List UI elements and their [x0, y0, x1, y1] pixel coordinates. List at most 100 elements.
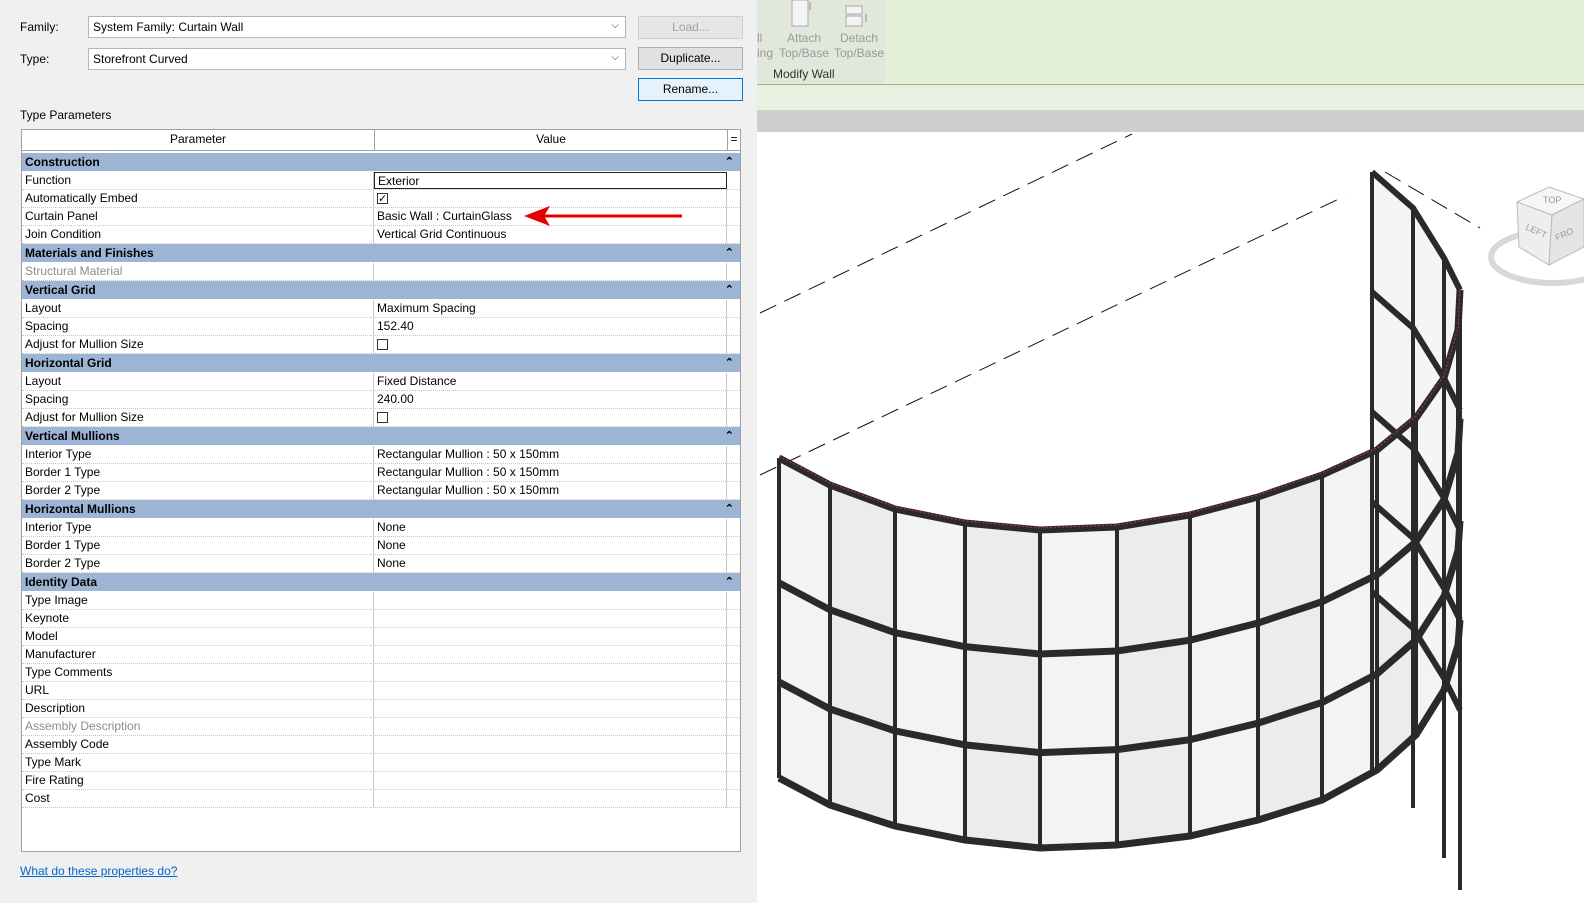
parameter-row[interactable]: Cost — [22, 790, 740, 808]
parameter-value[interactable] — [374, 772, 727, 789]
checkbox-unchecked[interactable] — [377, 339, 388, 350]
parameter-name: Layout — [22, 300, 374, 317]
viewcube[interactable]: TOP LEFT FRO — [1487, 177, 1584, 287]
group-header-identity-data[interactable]: Identity Data ⌃ — [22, 573, 740, 591]
parameter-value[interactable] — [374, 610, 727, 627]
parameter-row[interactable]: Assembly Code — [22, 736, 740, 754]
parameter-value[interactable] — [374, 736, 727, 753]
group-header-vertical-mullions[interactable]: Vertical Mullions ⌃ — [22, 427, 740, 445]
parameter-value[interactable]: Rectangular Mullion : 50 x 150mm — [374, 482, 727, 499]
parameter-name: Type Image — [22, 592, 374, 609]
3d-view-canvas[interactable]: TOP LEFT FRO — [757, 132, 1584, 903]
parameter-row[interactable]: Function Exterior — [22, 172, 740, 190]
parameter-value[interactable] — [374, 682, 727, 699]
parameter-value[interactable] — [374, 790, 727, 807]
parameter-row[interactable]: Border 1 Type Rectangular Mullion : 50 x … — [22, 464, 740, 482]
duplicate-button[interactable]: Duplicate... — [638, 47, 743, 70]
parameter-row[interactable]: Adjust for Mullion Size — [22, 409, 740, 427]
collapse-icon[interactable]: ⌃ — [725, 427, 734, 445]
detach-top-base-button[interactable]: Detach Top/Base — [833, 31, 885, 61]
parameter-value-edit[interactable]: Exterior — [374, 172, 727, 189]
attach-top-base-button[interactable]: Attach Top/Base — [779, 31, 829, 61]
chevron-down-icon: ⌵ — [611, 20, 619, 31]
group-header-vertical-grid[interactable]: Vertical Grid ⌃ — [22, 281, 740, 299]
parameter-row[interactable]: Border 2 Type None — [22, 555, 740, 573]
grid-menu-icon[interactable]: = — [728, 130, 740, 151]
collapse-icon[interactable]: ⌃ — [725, 354, 734, 372]
parameter-value[interactable] — [374, 664, 727, 681]
parameter-row[interactable]: Interior Type Rectangular Mullion : 50 x … — [22, 446, 740, 464]
parameter-row[interactable]: Manufacturer — [22, 646, 740, 664]
parameter-row[interactable]: Border 1 Type None — [22, 537, 740, 555]
parameter-value[interactable] — [374, 263, 727, 280]
parameter-row[interactable]: Fire Rating — [22, 772, 740, 790]
checkbox-checked[interactable] — [377, 191, 388, 208]
glass-panel — [1322, 450, 1377, 800]
parameter-name: Structural Material — [22, 263, 374, 280]
parameter-value[interactable]: None — [374, 519, 727, 536]
parameter-row[interactable]: Model — [22, 628, 740, 646]
parameter-value[interactable] — [374, 754, 727, 771]
parameter-row[interactable]: Assembly Description — [22, 718, 740, 736]
parameter-row[interactable]: Interior Type None — [22, 519, 740, 537]
parameter-name: Cost — [22, 790, 374, 807]
parameter-value[interactable]: None — [374, 555, 727, 572]
glass-panel — [1040, 527, 1117, 848]
parameter-row[interactable]: Spacing 240.00 — [22, 391, 740, 409]
parameter-row[interactable]: Spacing 152.40 — [22, 318, 740, 336]
parameter-value[interactable] — [374, 628, 727, 645]
type-dropdown[interactable]: Storefront Curved ⌵ — [88, 48, 626, 70]
parameter-value[interactable]: Fixed Distance — [374, 373, 727, 390]
collapse-icon[interactable]: ⌃ — [725, 500, 734, 518]
parameter-name: Type Comments — [22, 664, 374, 681]
group-header-horizontal-mullions[interactable]: Horizontal Mullions ⌃ — [22, 500, 740, 518]
parameter-row[interactable]: URL — [22, 682, 740, 700]
ribbon-tool-partial[interactable]: ll ing — [757, 31, 773, 61]
family-dropdown[interactable]: System Family: Curtain Wall ⌵ — [88, 16, 626, 38]
parameter-value[interactable]: Rectangular Mullion : 50 x 150mm — [374, 446, 727, 463]
parameter-row[interactable]: Layout Fixed Distance — [22, 373, 740, 391]
parameter-value[interactable] — [374, 718, 727, 735]
group-header-construction[interactable]: Construction ⌃ — [22, 153, 740, 171]
parameter-row[interactable]: Adjust for Mullion Size — [22, 336, 740, 354]
parameter-value[interactable]: Rectangular Mullion : 50 x 150mm — [374, 464, 727, 481]
parameter-value[interactable]: None — [374, 537, 727, 554]
parameter-value[interactable] — [374, 700, 727, 717]
column-header-value[interactable]: Value — [375, 130, 728, 151]
parameter-row[interactable]: Border 2 Type Rectangular Mullion : 50 x … — [22, 482, 740, 500]
checkbox-unchecked[interactable] — [377, 412, 388, 423]
collapse-icon[interactable]: ⌃ — [725, 281, 734, 299]
parameter-value[interactable] — [374, 592, 727, 609]
parameter-row[interactable]: Structural Material — [22, 263, 740, 281]
collapse-icon[interactable]: ⌃ — [725, 153, 734, 171]
parameter-row[interactable]: Type Comments — [22, 664, 740, 682]
glass-panel — [1117, 515, 1190, 845]
parameter-row[interactable]: Keynote — [22, 610, 740, 628]
group-header-materials-and-finishes[interactable]: Materials and Finishes ⌃ — [22, 244, 740, 262]
parameter-value[interactable]: 240.00 — [374, 391, 727, 408]
help-link[interactable]: What do these properties do? — [20, 864, 177, 878]
parameter-value[interactable]: 152.40 — [374, 318, 727, 335]
parameter-value — [374, 409, 727, 426]
parameter-value[interactable] — [374, 646, 727, 663]
parameter-row[interactable]: Type Mark — [22, 754, 740, 772]
collapse-icon[interactable]: ⌃ — [725, 244, 734, 262]
glass-panel — [965, 523, 1040, 848]
column-header-parameter[interactable]: Parameter — [22, 130, 375, 151]
family-label: Family: — [20, 20, 59, 34]
type-parameters-label: Type Parameters — [20, 108, 112, 122]
load-button[interactable]: Load... — [638, 16, 743, 39]
parameter-value[interactable]: Maximum Spacing — [374, 300, 727, 317]
parameter-name: Automatically Embed — [22, 190, 374, 207]
parameter-row[interactable]: Description — [22, 700, 740, 718]
group-header-horizontal-grid[interactable]: Horizontal Grid ⌃ — [22, 354, 740, 372]
parameter-name: Function — [22, 172, 374, 189]
parameter-row[interactable]: Layout Maximum Spacing — [22, 300, 740, 318]
curved-curtain-wall — [777, 169, 1464, 890]
parameter-name: Description — [22, 700, 374, 717]
rename-button[interactable]: Rename... — [638, 78, 743, 101]
glass-panel — [1258, 475, 1322, 820]
ribbon: ll ing Attach Top/Base Detach Top/Base — [757, 0, 1584, 85]
parameter-row[interactable]: Type Image — [22, 592, 740, 610]
collapse-icon[interactable]: ⌃ — [725, 573, 734, 591]
